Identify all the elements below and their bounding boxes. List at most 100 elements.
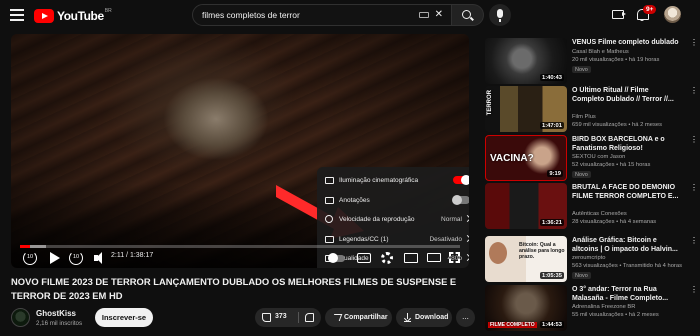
new-badge: Novo <box>572 171 591 178</box>
rec-channel[interactable]: Autênticas Conexões <box>572 211 627 217</box>
rewind-icon[interactable]: 10 <box>23 251 37 265</box>
rec-title[interactable]: VENUS Filme completo dublado <box>572 38 680 47</box>
rec-duration: 1:05:35 <box>540 272 564 279</box>
download-button[interactable]: Download <box>396 308 452 327</box>
rec-title[interactable]: Análise Gráfica: Bitcoin e altcoins | O … <box>572 236 680 254</box>
theater-mode-icon[interactable] <box>427 253 441 262</box>
annotations-toggle[interactable] <box>452 194 469 205</box>
volume-icon[interactable] <box>93 251 107 265</box>
rec-duration: 1:36:21 <box>540 219 564 226</box>
rec-thumbnail[interactable]: Bitcoin: Qual a análise para longo prazo… <box>485 236 567 282</box>
rec-channel[interactable]: Casal Blah e Matheus <box>572 49 629 55</box>
more-vert-icon[interactable]: ⋮ <box>690 136 698 144</box>
thumbs-up-icon[interactable] <box>262 313 271 322</box>
rec-duration: 1:40:43 <box>540 74 564 81</box>
rec-meta: 563 visualizações • Transmitido há 4 hor… <box>572 263 682 269</box>
search-bar: filmes completos de terror ✕ <box>192 4 484 26</box>
download-label: Download <box>415 314 449 321</box>
settings-gear-icon[interactable] <box>381 252 393 264</box>
recommendations-list: 1:40:43 VENUS Filme completo dublado Cas… <box>485 38 698 336</box>
rec-meta: 52 visualizações • há 15 horas <box>572 162 651 168</box>
rec-thumbnail[interactable]: 1:36:21 <box>485 183 567 229</box>
logo-text: YouTube <box>57 9 104 23</box>
setting-label: Anotações <box>339 196 370 204</box>
divider <box>298 312 299 323</box>
download-icon <box>404 313 411 322</box>
rec-thumbnail[interactable]: 1:40:43 <box>485 38 567 84</box>
more-vert-icon[interactable]: ⋮ <box>690 286 698 294</box>
play-icon[interactable] <box>47 251 61 265</box>
rec-meta: 20 mil visualizações • há 19 horas <box>572 57 660 63</box>
rec-channel[interactable]: Adrenalina Freezone BR <box>572 304 635 310</box>
miniplayer-icon[interactable] <box>404 253 418 263</box>
rec-thumbnail[interactable]: VACINA? 9:19 <box>485 135 567 181</box>
video-player[interactable]: Iluminação cinematográfica Anotações Vel… <box>11 34 469 268</box>
setting-ambient-mode[interactable]: Iluminação cinematográfica <box>317 171 469 191</box>
autoplay-toggle[interactable] <box>328 253 345 263</box>
channel-avatar[interactable] <box>11 308 30 327</box>
more-vert-icon[interactable]: ⋮ <box>690 39 698 47</box>
youtube-logo[interactable]: YouTube BR <box>34 8 112 24</box>
share-button[interactable]: Compartilhar <box>325 308 392 327</box>
cc-icon <box>325 235 334 243</box>
rec-channel[interactable]: Film Plus <box>572 114 596 120</box>
new-badge: Novo <box>572 66 591 73</box>
rec-title[interactable]: BRUTAL A FACE DO DEMONIO FILME TERROR CO… <box>572 183 680 201</box>
video-title: NOVO FILME 2023 DE TERROR LANÇAMENTO DUB… <box>11 276 457 301</box>
setting-playback-speed[interactable]: Velocidade da reprodução Normal <box>317 210 469 230</box>
rec-title[interactable]: O Último Ritual // Filme Completo Dublad… <box>572 86 680 104</box>
notification-badge: 9+ <box>643 5 657 14</box>
thumbs-down-icon[interactable] <box>305 313 314 322</box>
rec-channel[interactable]: SEXTOU com Jason <box>572 154 625 160</box>
rec-channel[interactable]: zeroumcripto <box>572 255 606 261</box>
subtitles-icon[interactable] <box>357 253 371 263</box>
rec-thumbnail[interactable]: TERROR 1:47:01 <box>485 86 567 132</box>
rec-meta: 55 mil visualizações • há 2 meses <box>572 312 659 318</box>
fullscreen-icon[interactable] <box>449 252 460 263</box>
rec-meta: 659 mil visualizações • há 2 meses <box>572 122 662 128</box>
setting-value: Normal <box>441 216 462 224</box>
rec-item[interactable]: 1:40:43 VENUS Filme completo dublado Cas… <box>485 38 698 86</box>
setting-label: Legendas/CC (1) <box>339 235 389 243</box>
new-badge: Novo <box>572 272 591 279</box>
subscribe-button[interactable]: Inscrever-se <box>95 308 153 327</box>
create-video-icon[interactable] <box>612 10 626 19</box>
rec-duration: 1:47:01 <box>540 122 564 129</box>
voice-search-button[interactable] <box>489 4 511 26</box>
account-avatar[interactable] <box>664 6 681 23</box>
presenter-image <box>489 242 507 264</box>
logo-country: BR <box>104 8 112 14</box>
menu-icon[interactable] <box>10 9 24 21</box>
search-button[interactable] <box>452 4 484 26</box>
search-input[interactable]: filmes completos de terror ✕ <box>192 4 452 26</box>
time-display: 2:11 / 1:38:17 <box>111 252 154 259</box>
ambient-toggle[interactable] <box>453 175 469 185</box>
rec-item[interactable]: Bitcoin: Qual a análise para longo prazo… <box>485 236 698 285</box>
rec-item[interactable]: TERROR 1:47:01 O Último Ritual // Filme … <box>485 86 698 135</box>
forward-icon[interactable]: 10 <box>69 251 83 265</box>
clear-search-icon[interactable]: ✕ <box>435 9 443 21</box>
chevron-right-icon <box>463 214 469 223</box>
more-actions-button[interactable]: ... <box>456 308 475 327</box>
setting-label: Velocidade da reprodução <box>339 216 415 224</box>
ambient-icon <box>325 177 334 184</box>
rec-thumbnail[interactable]: FILME COMPLETO 1:44:53 <box>485 285 567 331</box>
like-count[interactable]: 373 <box>275 313 287 320</box>
chevron-right-icon <box>463 234 469 242</box>
rec-duration: 1:44:53 <box>540 321 564 328</box>
keyboard-icon[interactable] <box>419 12 429 18</box>
more-vert-icon[interactable]: ⋮ <box>690 237 698 245</box>
setting-value: Desativado <box>429 235 462 243</box>
setting-label: Iluminação cinematográfica <box>339 177 419 185</box>
rec-title[interactable]: BIRD BOX BARCELONA e o Fanatismo Religio… <box>572 135 680 153</box>
channel-name[interactable]: GhostKiss <box>36 309 76 318</box>
more-vert-icon[interactable]: ⋮ <box>690 87 698 95</box>
setting-annotations[interactable]: Anotações <box>317 191 469 211</box>
rec-item[interactable]: FILME COMPLETO 1:44:53 O 3° andar: Terro… <box>485 285 698 333</box>
like-dislike-group: 373 <box>255 308 321 327</box>
share-icon <box>331 314 343 321</box>
rec-title[interactable]: O 3° andar: Terror na Rua Malasaña - Fil… <box>572 285 680 303</box>
rec-item[interactable]: VACINA? 9:19 BIRD BOX BARCELONA e o Fana… <box>485 135 698 183</box>
more-vert-icon[interactable]: ⋮ <box>690 184 698 192</box>
rec-item[interactable]: 1:36:21 BRUTAL A FACE DO DEMONIO FILME T… <box>485 183 698 236</box>
